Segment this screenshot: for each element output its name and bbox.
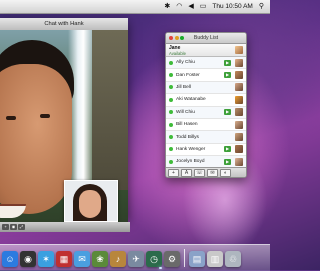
spotlight-icon[interactable]: ⚲ (259, 3, 264, 10)
video-chat-icon[interactable]: ▶ (224, 158, 231, 165)
close-window-button[interactable] (169, 36, 173, 40)
available-status-icon (169, 73, 173, 78)
safari-icon[interactable]: ✶ (38, 251, 54, 267)
menu-bar: ✱ ◠ ◀ ▭ Thu 10:50 AM ⚲ (0, 0, 270, 14)
buddy-row[interactable]: Aki Watanabe▶ (166, 94, 246, 107)
buddy-avatar (235, 58, 243, 67)
dashboard-icon[interactable]: ◉ (20, 251, 36, 267)
downloads-stack-icon[interactable]: ▤ (189, 251, 205, 267)
available-status-icon (169, 97, 173, 102)
time-machine-icon[interactable]: ◷ (146, 251, 162, 267)
text-chat-button[interactable]: A (181, 168, 192, 177)
my-status-menu[interactable]: Available (169, 51, 186, 56)
remote-person-eye (6, 116, 16, 120)
buddy-list-title: Buddy List (193, 35, 219, 41)
buddy-row[interactable]: Bill Hasen▶ (166, 119, 246, 132)
buddy-name: Todd Billys (176, 134, 199, 140)
dock: ☺ ◉ ✶ ▦ ✉ ❀ ♪ ✈ ◷ ⚙ ▤ ▥ ♲ (0, 244, 270, 271)
finder-icon[interactable]: ☺ (2, 251, 18, 267)
volume-icon[interactable]: ◀ (188, 3, 193, 10)
audio-chat-button[interactable]: ☏ (194, 168, 205, 177)
chat-toolbar: + ◉ ⤢ (0, 222, 130, 232)
running-indicator (159, 267, 162, 269)
video-chat-icon[interactable]: ▶ (224, 146, 231, 153)
my-avatar[interactable] (235, 46, 243, 54)
buddy-name: Dan Foster (176, 72, 200, 78)
buddy-avatar (235, 95, 243, 104)
available-status-icon (169, 85, 173, 90)
dock-items: ☺ ◉ ✶ ▦ ✉ ❀ ♪ ✈ ◷ ⚙ ▤ ▥ ♲ (0, 245, 241, 267)
available-status-icon (169, 147, 173, 152)
battery-icon[interactable]: ▭ (200, 3, 207, 10)
minimize-window-button[interactable] (174, 36, 179, 40)
buddy-name: Ally Chiu (176, 60, 195, 66)
mail-icon[interactable]: ✈ (128, 251, 144, 267)
ichat-icon[interactable]: ✉ (74, 251, 90, 267)
buddy-avatar (235, 83, 243, 92)
documents-stack-icon[interactable]: ▥ (207, 251, 223, 267)
buddy-list-window[interactable]: Buddy List Jane Available Ally Chiu ▶ Dan … (165, 32, 247, 178)
buddy-row[interactable]: Ally Chiu ▶ (166, 57, 246, 70)
garageband-icon[interactable]: ♪ (110, 251, 126, 267)
screen-share-button[interactable]: ◐ (220, 168, 231, 177)
buddy-list-titlebar[interactable]: Buddy List (166, 33, 246, 44)
buddy-avatar (235, 133, 243, 142)
rock-background (92, 30, 128, 190)
video-chat-window[interactable]: Chat with Hank + ◉ ⤢ (0, 18, 130, 232)
add-buddy-button[interactable]: + (168, 168, 179, 177)
system-preferences-icon[interactable]: ⚙ (164, 251, 180, 267)
available-status-icon (169, 122, 173, 127)
buddy-name: Will Chiu (176, 109, 195, 115)
video-chat-button[interactable]: ✉ (207, 168, 218, 177)
buddy-name: Aki Watanabe (176, 97, 206, 103)
my-status-row[interactable]: Jane Available (166, 44, 246, 57)
buddy-row[interactable]: Hank Wenger ▶ (166, 144, 246, 157)
remote-person-eye (40, 114, 50, 118)
buddy-row[interactable]: Will Chiu ▶ (166, 106, 246, 119)
buddy-avatar (235, 145, 243, 154)
available-status-icon (169, 60, 173, 65)
buddy-avatar (235, 157, 243, 166)
menu-clock[interactable]: Thu 10:50 AM (212, 3, 252, 10)
fullscreen-button[interactable]: ⤢ (18, 224, 25, 230)
dock-separator (184, 249, 185, 267)
ical-icon[interactable]: ▦ (56, 251, 72, 267)
buddy-list-footer: + A ☏ ✉ ◐ (166, 167, 246, 177)
buddy-name: Bill Hasen (176, 122, 198, 128)
wifi-icon[interactable]: ◠ (176, 3, 182, 10)
video-chat-icon[interactable]: ▶ (224, 109, 231, 116)
available-status-icon (169, 110, 173, 115)
buddy-avatar (235, 108, 243, 117)
remote-person-face (0, 64, 72, 218)
buddy-name: Jill Bell (176, 84, 191, 90)
available-status-icon (169, 135, 173, 140)
remote-person-smile (0, 204, 26, 218)
buddy-name: Hank Wenger (176, 146, 206, 152)
zoom-window-button[interactable] (180, 36, 184, 40)
self-preview-video[interactable] (64, 180, 118, 222)
buddy-rows: Ally Chiu▶Dan Foster▶Jill Bell▶Aki Watan… (166, 57, 246, 169)
video-chat-icon[interactable]: ▶ (224, 72, 231, 79)
buddy-avatar (235, 120, 243, 129)
trash-icon[interactable]: ♲ (225, 251, 241, 267)
buddy-name: Jocelyn Boyd (176, 159, 205, 165)
add-participant-button[interactable]: + (2, 224, 9, 230)
buddy-row[interactable]: Todd Billys▶ (166, 131, 246, 144)
video-chat-icon[interactable]: ▶ (224, 59, 231, 66)
bluetooth-icon[interactable]: ✱ (164, 3, 170, 10)
buddy-avatar (235, 71, 243, 80)
self-preview-face (79, 190, 101, 218)
buddy-row[interactable]: Jill Bell▶ (166, 81, 246, 95)
iphoto-icon[interactable]: ❀ (92, 251, 108, 267)
buddy-row[interactable]: Dan Foster ▶ (166, 69, 246, 82)
available-status-icon (169, 159, 173, 164)
mute-button[interactable]: ◉ (10, 224, 17, 230)
